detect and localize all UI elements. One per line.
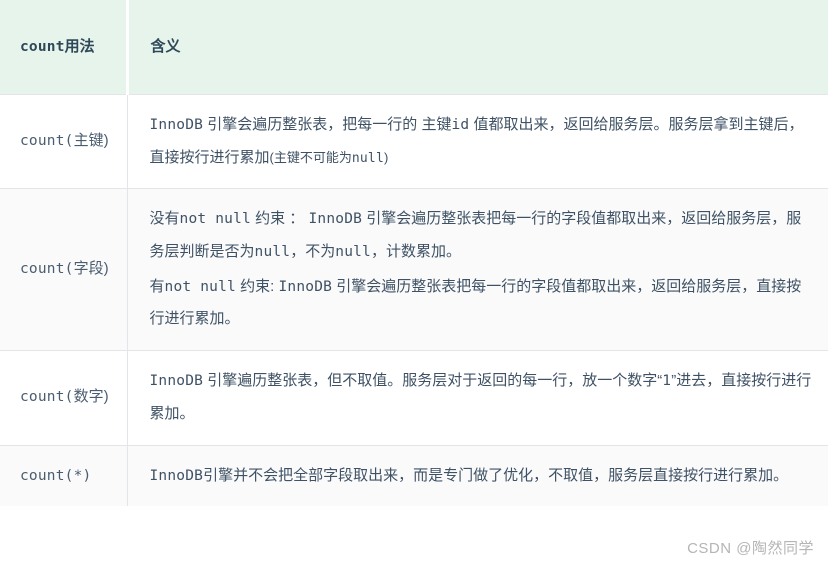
cell-count-usage: count(主键) [0,93,128,189]
inline-text: 引擎会遍历整张表，把每一行的 [203,116,422,133]
inline-text: 没有 [149,210,180,228]
cell-meaning: 没有not null 约束 ： InnoDB 引擎会遍历整张表把每一行的字段值都… [127,188,828,351]
inline-code: InnoDB [308,211,363,228]
usage-label: 主键) [73,132,109,150]
meaning-paragraph: InnoDB 引擎会遍历整张表，把每一行的 主键id 值都取出来，返回给服务层。… [150,109,815,174]
cell-meaning: InnoDB 引擎遍历整张表，但不取值。服务层对于返回的每一行，放一个数字“1”… [127,350,828,445]
usage-code: count(*) [20,467,92,484]
cell-meaning: InnoDB引擎并不会把全部字段取出来，而是专门做了优化，不取值，服务层直接按行… [127,444,828,507]
column-header-usage: count用法 [0,0,129,95]
table-body: count(主键) InnoDB 引擎会遍历整张表，把每一行的 主键id 值都取出… [0,93,828,507]
inline-note: ) [383,149,389,165]
meaning-paragraph: InnoDB引擎并不会把全部字段取出来，而是专门做了优化，不取值，服务层直接按行… [150,460,815,493]
usage-code: count( [20,389,74,406]
inline-code: null [254,244,291,261]
cell-count-usage: count(字段) [0,188,128,351]
usage-label: 数字) [73,388,109,406]
column-header-usage-code: count [20,38,65,55]
inline-code: null [351,150,384,166]
inline-text: 引擎遍历整张表，但不取值。服务层对于返回的每一行，放一个数字“ [203,372,663,390]
inline-code: null [335,244,371,261]
count-usage-table: count用法 含义 count(主键) InnoDB 引擎会遍历整张表，把每一行… [0,0,828,507]
inline-text: 约束: [235,277,279,295]
table-row: count(字段) 没有not null 约束 ： InnoDB 引擎会遍历整张表… [0,188,828,351]
usage-label: 字段) [73,260,109,278]
cell-count-usage: count(数字) [0,350,128,445]
inline-code: InnoDB [278,278,333,295]
csdn-watermark: CSDN @陶然同学 [687,540,814,557]
cell-meaning: InnoDB 引擎会遍历整张表，把每一行的 主键id 值都取出来，返回给服务层。… [127,93,828,189]
usage-code: count( [20,261,74,278]
usage-code: count( [20,133,74,150]
table-row: count(主键) InnoDB 引擎会遍历整张表，把每一行的 主键id 值都取出… [0,93,828,189]
inline-code: InnoDB [149,467,204,484]
table-row: count(数字) InnoDB 引擎遍历整张表，但不取值。服务层对于返回的每一行… [0,350,828,445]
inline-text: 主键 [421,116,452,133]
column-header-usage-text: 用法 [64,37,95,55]
meaning-paragraph: InnoDB 引擎遍历整张表，但不取值。服务层对于返回的每一行，放一个数字“1”… [150,365,815,430]
inline-code: InnoDB [149,117,204,133]
cell-count-usage: count(*) [0,444,128,507]
inline-text: 有 [149,277,165,295]
inline-text: ，不为 [290,243,336,261]
inline-note: (主键不可能为 [269,149,352,165]
inline-text: 引擎并不会把全部字段取出来，而是专门做了优化，不取值，服务层直接按行进行累加。 [203,466,789,484]
count-usage-table-container: count用法 含义 count(主键) InnoDB 引擎会遍历整张表，把每一行… [0,0,828,566]
meaning-paragraph: 没有not null 约束 ： InnoDB 引擎会遍历整张表把每一行的字段值都… [150,203,815,268]
inline-code: not null [164,278,236,295]
table-row: count(*) InnoDB引擎并不会把全部字段取出来，而是专门做了优化，不取值… [0,444,828,507]
inline-code: not null [179,211,251,228]
inline-code: InnoDB [149,373,204,390]
inline-code: id [451,117,470,133]
table-header-row: count用法 含义 [0,0,828,95]
meaning-paragraph: 有not null 约束: InnoDB 引擎会遍历整张表把每一行的字段值都取出… [150,271,815,336]
column-header-meaning: 含义 [127,0,828,95]
inline-text: ，计数累加。 [371,243,462,261]
table-header: count用法 含义 [0,0,828,95]
inline-text: 约束 ： [250,210,309,228]
inline-code: 1 [662,373,672,390]
